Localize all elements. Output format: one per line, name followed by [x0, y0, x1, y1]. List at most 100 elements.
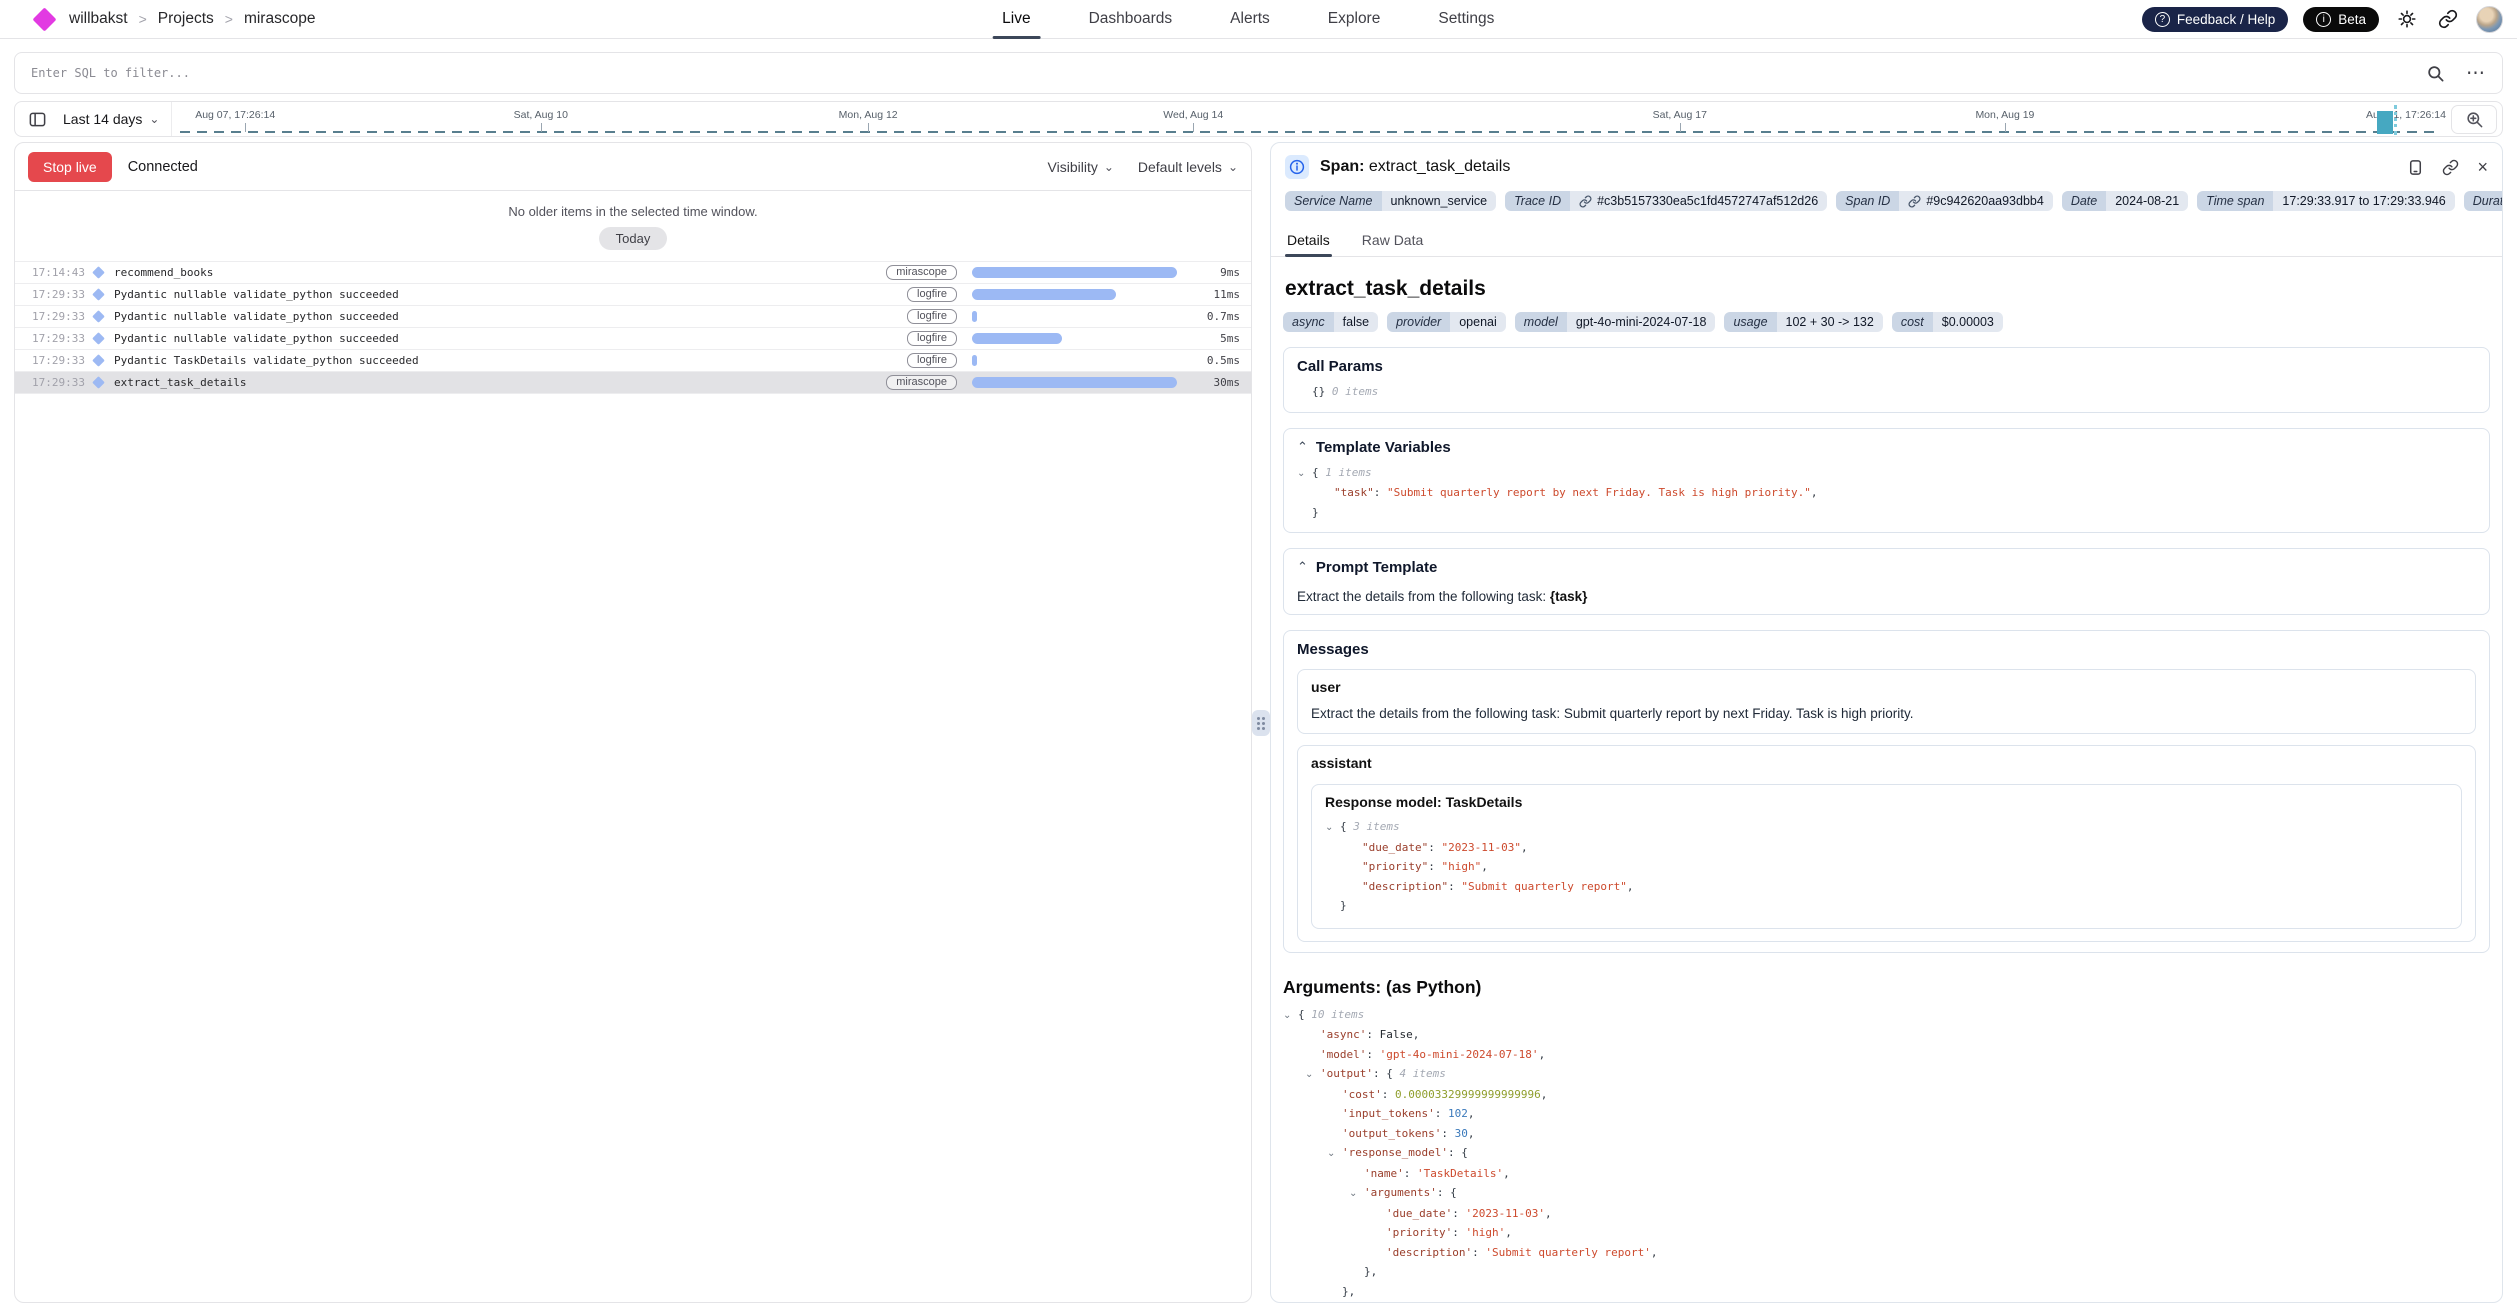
timeline-tick	[245, 123, 246, 132]
meta-value[interactable]: #c3b5157330ea5c1fd4572747af512d26	[1570, 191, 1827, 211]
code-token: ,	[1503, 1167, 1510, 1180]
log-row[interactable]: 17:29:33Pydantic TaskDetails validate_py…	[15, 349, 1251, 371]
beta-button[interactable]: i Beta	[2303, 7, 2379, 32]
theme-toggle-icon[interactable]	[2394, 6, 2420, 32]
sql-filter-input[interactable]	[31, 66, 2404, 80]
code-token: 0.00003329999999999996	[1395, 1088, 1541, 1101]
logfire-logo-icon[interactable]	[32, 7, 56, 31]
tab-settings[interactable]: Settings	[1428, 0, 1504, 38]
tree-collapse-caret[interactable]: ⌄	[1349, 1184, 1364, 1204]
template-variables-title: ⌃ Template Variables	[1297, 439, 2476, 456]
code-token: :	[1472, 1246, 1485, 1259]
code-token: {}	[1312, 385, 1332, 398]
code-line: "description": "Submit quarterly report"…	[1340, 877, 2448, 897]
search-icon[interactable]	[2422, 60, 2448, 86]
open-panel-icon[interactable]	[2407, 159, 2424, 176]
code-token: ,	[1545, 1207, 1552, 1220]
feedback-help-button[interactable]: ? Feedback / Help	[2142, 7, 2288, 32]
log-row[interactable]: 17:29:33Pydantic nullable validate_pytho…	[15, 283, 1251, 305]
chevron-down-icon: ⌄	[1228, 160, 1238, 174]
code-token: ,	[1651, 1246, 1658, 1259]
brand: willbakst>Projects>mirascope	[36, 10, 315, 28]
code-token: 'Submit quarterly report'	[1485, 1246, 1651, 1259]
arguments-tree: ⌄{ 10 items'async': False,'model': 'gpt-…	[1283, 1005, 2490, 1303]
meta-label: Duration	[2464, 191, 2502, 211]
default-levels-dropdown[interactable]: Default levels ⌄	[1138, 159, 1238, 175]
log-row[interactable]: 17:29:33extract_task_detailsmirascope30m…	[15, 371, 1251, 393]
collapse-caret-icon[interactable]: ⌃	[1297, 440, 1308, 455]
visibility-dropdown[interactable]: Visibility ⌄	[1048, 159, 1114, 175]
code-token: 10 items	[1311, 1008, 1364, 1021]
span-attribute-badge: cost$0.00003	[1892, 312, 2003, 332]
log-timestamp: 17:14:43	[32, 266, 88, 279]
log-duration-bar	[972, 355, 977, 366]
meta-label: Service Name	[1285, 191, 1382, 211]
share-link-icon[interactable]	[2435, 6, 2461, 32]
code-token: :	[1374, 486, 1387, 499]
code-token: :	[1452, 1207, 1465, 1220]
tab-alerts[interactable]: Alerts	[1220, 0, 1280, 38]
log-row[interactable]: 17:29:33Pydantic nullable validate_pytho…	[15, 327, 1251, 349]
timeline-tick	[1680, 123, 1681, 132]
user-avatar[interactable]	[2476, 6, 2503, 33]
code-token: "Submit quarterly report by next Friday.…	[1387, 486, 1811, 499]
log-scope-badge: logfire	[907, 309, 957, 324]
code-token: ,	[1521, 841, 1528, 854]
log-duration-label: 30ms	[1182, 376, 1240, 389]
log-duration-bar	[972, 377, 1177, 388]
code-line: 'output_tokens': 30,	[1298, 1124, 2490, 1144]
more-options-icon[interactable]: ⋯	[2466, 62, 2486, 85]
tree-collapse-caret[interactable]: ⌄	[1305, 1065, 1320, 1085]
call-params-card: Call Params {} 0 items	[1283, 347, 2490, 413]
log-row[interactable]: 17:29:33Pydantic nullable validate_pytho…	[15, 305, 1251, 327]
code-token: "due_date"	[1362, 841, 1428, 854]
live-log-header: Stop live Connected Visibility ⌄ Default…	[15, 143, 1251, 191]
span-tab-details[interactable]: Details	[1285, 224, 1332, 256]
copy-link-icon[interactable]	[2442, 159, 2459, 176]
tree-collapse-caret[interactable]: ⌄	[1327, 1144, 1342, 1164]
stop-live-button[interactable]: Stop live	[28, 152, 112, 182]
log-row[interactable]: 17:14:43recommend_booksmirascope9ms	[15, 261, 1251, 283]
close-icon[interactable]: ×	[2477, 158, 2488, 176]
code-token: }	[1312, 506, 1319, 519]
code-token: {	[1298, 1008, 1311, 1021]
log-span-name: Pydantic nullable validate_python succee…	[114, 332, 399, 345]
code-token: "priority"	[1362, 860, 1428, 873]
breadcrumb-item-mirascope[interactable]: mirascope	[244, 10, 316, 28]
sidebar-toggle-icon[interactable]	[15, 110, 59, 129]
tab-dashboards[interactable]: Dashboards	[1079, 0, 1183, 38]
messages-title-text: Messages	[1297, 641, 1369, 658]
code-token: 'arguments'	[1364, 1186, 1437, 1199]
code-line: ⌄'response_model': {	[1298, 1143, 2490, 1164]
code-token: 'output_tokens'	[1342, 1127, 1441, 1140]
breadcrumb-item-Projects[interactable]: Projects	[158, 10, 214, 28]
time-range-dropdown[interactable]: Last 14 days ⌄	[59, 111, 171, 127]
timeline-selection[interactable]	[2377, 111, 2393, 134]
tree-collapse-caret[interactable]: ⌄	[1297, 464, 1312, 484]
zoom-in-button[interactable]	[2451, 105, 2497, 134]
code-token: 102	[1448, 1107, 1468, 1120]
code-line: 'cost': 0.00003329999999999996,	[1298, 1085, 2490, 1105]
code-token: 30	[1455, 1127, 1468, 1140]
log-duration-bar-track	[972, 267, 1182, 278]
log-duration-bar-track	[972, 311, 1182, 322]
today-button[interactable]: Today	[599, 227, 668, 250]
tab-explore[interactable]: Explore	[1318, 0, 1391, 38]
span-meta-badge: Trace ID#c3b5157330ea5c1fd4572747af512d2…	[1505, 191, 1827, 211]
code-line: 'input_tokens': 102,	[1298, 1104, 2490, 1124]
info-icon	[1285, 155, 1309, 179]
breadcrumb-item-willbakst[interactable]: willbakst	[69, 10, 128, 28]
code-token: ,	[1413, 1028, 1420, 1041]
resize-handle[interactable]	[1252, 710, 1270, 736]
attribute-label: cost	[1892, 312, 1933, 332]
span-tab-raw-data[interactable]: Raw Data	[1360, 224, 1425, 256]
breadcrumb: willbakst>Projects>mirascope	[69, 10, 315, 28]
meta-value-text: 2024-08-21	[2115, 194, 2179, 208]
tree-collapse-caret[interactable]: ⌄	[1325, 818, 1340, 838]
tab-live[interactable]: Live	[992, 0, 1040, 38]
span-attribute-badge: asyncfalse	[1283, 312, 1378, 332]
collapse-caret-icon[interactable]: ⌃	[1297, 560, 1308, 575]
meta-value[interactable]: #9c942620aa93dbb4	[1899, 191, 2052, 211]
tree-collapse-caret[interactable]: ⌄	[1283, 1006, 1298, 1026]
timeline-track[interactable]: Aug 07, 17:26:14Sat, Aug 10Mon, Aug 12We…	[171, 102, 2446, 136]
